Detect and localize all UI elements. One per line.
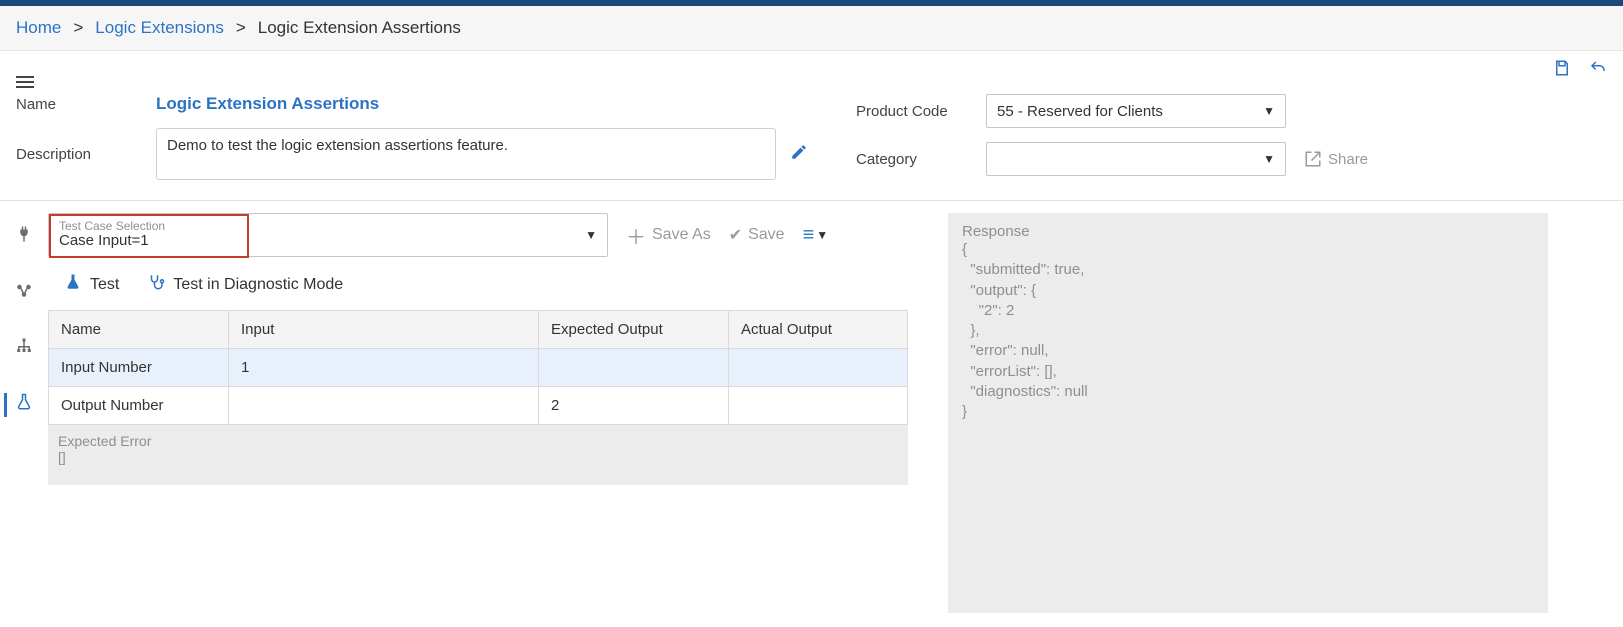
hamburger-menu-icon[interactable] <box>16 76 34 88</box>
cell-expected[interactable]: 2 <box>539 387 729 425</box>
test-actions: Test Test in Diagnostic Mode <box>48 267 908 310</box>
category-label: Category <box>856 151 986 168</box>
breadcrumb-current: Logic Extension Assertions <box>258 18 461 38</box>
test-button[interactable]: Test <box>64 273 119 296</box>
cell-input[interactable] <box>229 387 539 425</box>
expected-error-value: [] <box>58 449 898 465</box>
share-label: Share <box>1328 151 1368 168</box>
plus-icon: ＋ <box>626 221 646 250</box>
side-tabs <box>0 201 48 613</box>
breadcrumb-sep-2: > <box>236 18 246 38</box>
col-name: Name <box>49 311 229 349</box>
test-diagnostic-button[interactable]: Test in Diagnostic Mode <box>147 273 343 296</box>
left-panel: Test Case Selection Case Input=1 ▼ ＋ Sav… <box>48 213 908 613</box>
cell-expected[interactable] <box>539 349 729 387</box>
test-label: Test <box>90 276 119 294</box>
edit-description-icon[interactable] <box>776 143 816 166</box>
col-expected: Expected Output <box>539 311 729 349</box>
tab-nodes-icon[interactable] <box>15 281 33 305</box>
category-select[interactable]: ▼ <box>986 142 1286 176</box>
share-button[interactable]: Share <box>1304 150 1368 168</box>
test-case-value: Case Input=1 <box>59 232 579 250</box>
description-input[interactable]: Demo to test the logic extension asserti… <box>156 128 776 180</box>
save-as-label: Save As <box>652 226 711 244</box>
flask-icon <box>64 273 82 296</box>
toolbar: Test Case Selection Case Input=1 ▼ ＋ Sav… <box>48 213 908 257</box>
check-icon: ✔ <box>729 225 742 245</box>
save-button[interactable]: ✔ Save <box>729 225 785 245</box>
breadcrumb: Home > Logic Extensions > Logic Extensio… <box>0 6 1623 51</box>
header-form: Name Logic Extension Assertions Descript… <box>0 51 1623 201</box>
chevron-down-icon: ▼ <box>1263 104 1275 118</box>
cell-actual <box>729 387 908 425</box>
save-as-button[interactable]: ＋ Save As <box>626 221 711 250</box>
response-panel: Response { "submitted": true, "output": … <box>948 213 1548 613</box>
breadcrumb-home[interactable]: Home <box>16 18 61 38</box>
col-actual: Actual Output <box>729 311 908 349</box>
cell-name: Input Number <box>49 349 229 387</box>
product-code-label: Product Code <box>856 103 986 120</box>
breadcrumb-logic-extensions[interactable]: Logic Extensions <box>95 18 224 38</box>
name-value: Logic Extension Assertions <box>156 94 776 114</box>
save-label: Save <box>748 226 784 244</box>
save-icon[interactable] <box>1553 57 1571 83</box>
cell-actual <box>729 349 908 387</box>
header-actions <box>1553 57 1607 83</box>
product-code-value: 55 - Reserved for Clients <box>997 103 1163 120</box>
breadcrumb-sep-1: > <box>73 18 83 38</box>
description-label: Description <box>16 146 156 163</box>
undo-icon[interactable] <box>1589 57 1607 83</box>
tab-hierarchy-icon[interactable] <box>15 337 33 361</box>
stethoscope-icon <box>147 273 165 296</box>
chevron-down-icon: ▼ <box>1263 152 1275 166</box>
table-row[interactable]: Output Number 2 <box>49 387 908 425</box>
col-input: Input <box>229 311 539 349</box>
test-grid: Name Input Expected Output Actual Output… <box>48 310 908 425</box>
test-case-select[interactable]: Test Case Selection Case Input=1 ▼ <box>48 213 608 257</box>
test-diag-label: Test in Diagnostic Mode <box>173 276 343 294</box>
tab-plug-icon[interactable] <box>15 225 33 249</box>
cell-input[interactable]: 1 <box>229 349 539 387</box>
menu-lines-icon: ≡ <box>803 224 813 247</box>
product-code-select[interactable]: 55 - Reserved for Clients ▼ <box>986 94 1286 128</box>
chevron-down-icon: ▼ <box>585 228 597 242</box>
response-body: { "submitted": true, "output": { "2": 2 … <box>962 240 1534 422</box>
tab-test-flask-icon[interactable] <box>4 393 33 417</box>
expected-error-label: Expected Error <box>58 433 898 449</box>
body-zone: Test Case Selection Case Input=1 ▼ ＋ Sav… <box>0 201 1623 613</box>
name-label: Name <box>16 96 156 113</box>
more-menu-button[interactable]: ≡ ▼ <box>803 224 829 247</box>
table-row[interactable]: Input Number 1 <box>49 349 908 387</box>
chevron-down-icon: ▼ <box>816 228 828 242</box>
expected-error-box: Expected Error [] <box>48 425 908 485</box>
response-label: Response <box>962 223 1534 240</box>
test-case-label: Test Case Selection <box>59 220 579 232</box>
cell-name: Output Number <box>49 387 229 425</box>
